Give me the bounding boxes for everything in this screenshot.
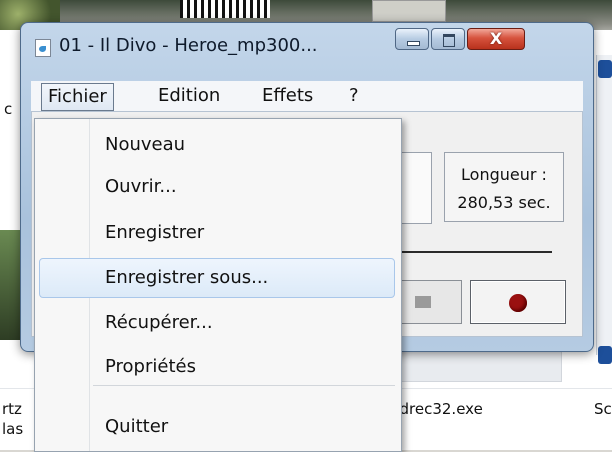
background-label: las: [2, 420, 24, 438]
position-track[interactable]: [384, 251, 552, 253]
maximize-icon: [443, 34, 455, 47]
file-icon[interactable]: [598, 60, 612, 78]
minimize-button[interactable]: [395, 28, 429, 50]
menubar: Fichier Edition Effets ?: [31, 81, 583, 112]
menu-help[interactable]: ?: [343, 81, 365, 111]
length-value: 280,53 sec.: [457, 193, 551, 212]
window-title: 01 - Il Divo - Heroe_mp300...: [59, 35, 318, 56]
background-barcode-image: [180, 0, 270, 18]
file-icon[interactable]: [598, 346, 612, 364]
menu-item-nouveau[interactable]: Nouveau: [39, 125, 395, 165]
background-card-image: [372, 0, 446, 22]
menu-item-quitter[interactable]: Quitter: [39, 407, 395, 447]
menu-item-recuperer[interactable]: Récupérer...: [39, 303, 395, 343]
menu-fichier[interactable]: Fichier: [41, 83, 114, 111]
audio-file-icon: [35, 39, 51, 57]
minimize-icon: [407, 41, 420, 46]
file-menu-dropdown: Nouveau Ouvrir... Enregistrer Enregistre…: [34, 118, 402, 452]
background-label: c: [4, 100, 13, 118]
menu-item-enregistrer[interactable]: Enregistrer: [39, 213, 395, 253]
menu-effets[interactable]: Effets: [256, 81, 319, 111]
file-label[interactable]: Sc: [594, 400, 612, 418]
menu-edition[interactable]: Edition: [152, 81, 226, 111]
background-label: rtz: [2, 400, 22, 418]
menu-item-enregistrer-sous[interactable]: Enregistrer sous...: [39, 258, 395, 298]
length-panel: Longueur : 280,53 sec.: [444, 152, 564, 222]
record-icon: [509, 294, 527, 312]
length-label: Longueur :: [461, 165, 547, 184]
record-button[interactable]: [470, 280, 566, 324]
file-label[interactable]: ndrec32.exe: [390, 400, 483, 418]
menu-item-ouvrir[interactable]: Ouvrir...: [39, 167, 395, 207]
maximize-button[interactable]: [431, 28, 465, 50]
menu-separator: [93, 385, 395, 386]
menu-item-proprietes[interactable]: Propriétés: [39, 347, 395, 387]
close-icon: X: [489, 29, 503, 48]
explorer-right-strip: [596, 55, 612, 355]
close-button[interactable]: X: [467, 28, 525, 50]
